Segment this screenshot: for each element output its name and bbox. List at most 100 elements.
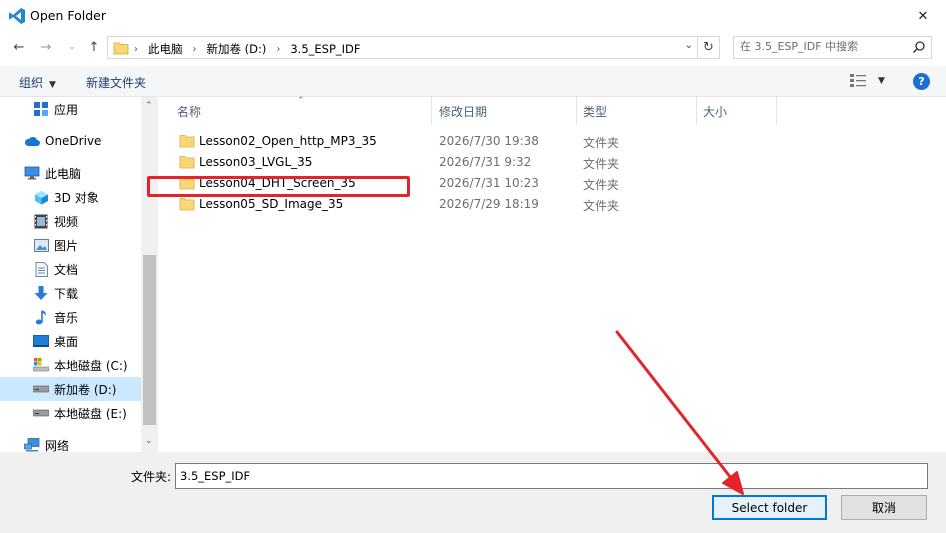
sidebar-item-documents[interactable]: 文档 [0, 257, 141, 281]
column-label: 名称 [177, 104, 202, 119]
forward-button[interactable]: → [37, 38, 55, 56]
dialog-footer: 文件夹: Select folder 取消 [0, 452, 946, 533]
refresh-button[interactable]: ↻ [698, 36, 720, 59]
table-row[interactable]: Lesson03_LVGL_35 2026/7/31 9:32 文件夹 [159, 152, 946, 173]
folder-name-input[interactable] [180, 469, 920, 483]
back-button[interactable]: ← [10, 38, 28, 56]
address-history-dropdown[interactable]: ⌄ [685, 40, 693, 51]
close-button[interactable]: ✕ [900, 0, 946, 32]
search-input[interactable] [740, 40, 905, 53]
folder-name-field[interactable] [175, 463, 928, 489]
sidebar-item-label: 3D 对象 [54, 190, 99, 205]
download-icon [33, 285, 49, 301]
details-view-icon [850, 74, 866, 87]
search-box[interactable] [733, 36, 932, 59]
file-date: 2026/7/29 18:19 [439, 197, 539, 211]
column-header-size[interactable]: 大小 [697, 97, 777, 125]
computer-icon [24, 165, 40, 181]
sidebar-item-downloads[interactable]: 下载 [0, 281, 141, 305]
help-button[interactable]: ? [913, 73, 930, 90]
network-icon [24, 437, 40, 452]
sidebar-item-drive-e[interactable]: 本地磁盘 (E:) [0, 401, 141, 425]
breadcrumb-item-folder[interactable]: 3.5_ESP_IDF [290, 42, 360, 56]
cloud-icon [24, 133, 40, 149]
sidebar-item-label: 新加卷 (D:) [54, 382, 117, 397]
table-row[interactable]: Lesson02_Open_http_MP3_35 2026/7/30 19:3… [159, 131, 946, 152]
drive-icon [33, 405, 49, 421]
sidebar-item-label: 本地磁盘 (E:) [54, 406, 127, 421]
column-header-name[interactable]: ⌃ 名称 [159, 96, 432, 125]
drive-icon [33, 381, 49, 397]
sort-ascending-icon: ⌃ [297, 96, 305, 106]
caret-down-icon: ▼ [878, 75, 885, 86]
up-button[interactable]: ↑ [85, 38, 103, 56]
sidebar-item-label: 文档 [54, 262, 79, 277]
video-icon [33, 213, 49, 229]
file-date: 2026/7/30 19:38 [439, 134, 539, 148]
document-icon [33, 261, 49, 277]
sidebar-item-desktop[interactable]: 桌面 [0, 329, 141, 353]
sidebar-item-drive-d[interactable]: 新加卷 (D:) [0, 377, 141, 401]
change-view-button[interactable]: ▼ [850, 74, 885, 87]
window-title: Open Folder [30, 8, 106, 23]
breadcrumb-item-this-pc[interactable]: 此电脑 [148, 41, 183, 57]
file-date: 2026/7/31 9:32 [439, 155, 532, 169]
table-row[interactable]: Lesson05_SD_Image_35 2026/7/29 18:19 文件夹 [159, 194, 946, 215]
column-header-date[interactable]: 修改日期 [432, 97, 577, 125]
chevron-right-icon[interactable]: › [276, 44, 280, 55]
sidebar-item-label: 音乐 [54, 310, 79, 325]
arrow-left-icon: ← [13, 39, 25, 55]
sidebar-item-onedrive[interactable]: OneDrive [0, 129, 141, 153]
scroll-up-icon[interactable]: ⌃ [145, 101, 153, 111]
caret-down-icon: ▼ [49, 80, 56, 90]
arrow-right-icon: → [40, 39, 52, 55]
breadcrumb: › 此电脑 › 新加卷 (D:) › 3.5_ESP_IDF [134, 41, 361, 57]
column-label: 修改日期 [439, 104, 488, 119]
chevron-right-icon[interactable]: › [193, 44, 197, 55]
sidebar-item-label: 桌面 [54, 334, 79, 349]
sidebar-item-videos[interactable]: 视频 [0, 209, 141, 233]
sidebar-item-label: 此电脑 [45, 166, 82, 181]
chevron-down-icon: ⌄ [68, 42, 76, 52]
folder-icon [179, 156, 195, 169]
sidebar-item-label: 图片 [54, 238, 79, 253]
scrollbar-thumb[interactable] [143, 255, 156, 425]
sidebar-item-label: OneDrive [45, 134, 102, 148]
title-bar: Open Folder ✕ [0, 0, 946, 32]
sidebar-item-this-pc[interactable]: 此电脑 [0, 161, 141, 185]
new-folder-button[interactable]: 新建文件夹 [86, 74, 146, 91]
folder-icon [179, 135, 195, 148]
select-folder-button[interactable]: Select folder [712, 495, 827, 520]
sidebar-item-label: 下载 [54, 286, 79, 301]
sidebar-item-network[interactable]: 网络 [0, 433, 141, 452]
file-name: Lesson03_LVGL_35 [199, 155, 313, 169]
file-type: 文件夹 [583, 178, 620, 192]
navigation-pane: 应用 OneDrive 此电脑 3D 对象 视频 图片 文档 下载 音乐 桌面 … [0, 97, 158, 452]
file-type: 文件夹 [583, 157, 620, 171]
file-type: 文件夹 [583, 199, 620, 213]
column-header-type[interactable]: 类型 [577, 97, 697, 125]
scroll-down-icon[interactable]: ⌄ [145, 436, 153, 446]
breadcrumb-item-drive-d[interactable]: 新加卷 (D:) [207, 41, 267, 57]
organize-button[interactable]: 组织 ▼ [19, 74, 56, 91]
recent-locations-button[interactable]: ⌄ [63, 38, 81, 56]
drive-c-icon [33, 357, 49, 373]
folder-icon [113, 42, 129, 55]
file-name: Lesson05_SD_Image_35 [199, 197, 344, 211]
close-icon: ✕ [917, 8, 929, 24]
sidebar-item-pictures[interactable]: 图片 [0, 233, 141, 257]
annotation-highlight-box [147, 176, 410, 197]
file-list-pane: ⌃ 名称 修改日期 类型 大小 Lesson02_Open_http_MP3_3… [147, 96, 946, 452]
cancel-button[interactable]: 取消 [841, 495, 927, 520]
file-name: Lesson02_Open_http_MP3_35 [199, 134, 377, 148]
sidebar-item-label: 网络 [45, 438, 70, 453]
sidebar-item-apps[interactable]: 应用 [0, 97, 141, 121]
vscode-icon [9, 8, 25, 24]
address-box[interactable]: › 此电脑 › 新加卷 (D:) › 3.5_ESP_IDF ⌄ [107, 36, 698, 59]
sidebar-scrollbar[interactable]: ⌃ ⌄ [141, 97, 158, 452]
sidebar-item-drive-c[interactable]: 本地磁盘 (C:) [0, 353, 141, 377]
command-bar: 组织 ▼ 新建文件夹 ▼ ? [0, 66, 946, 97]
sidebar-item-music[interactable]: 音乐 [0, 305, 141, 329]
sidebar-item-3d-objects[interactable]: 3D 对象 [0, 185, 141, 209]
chevron-right-icon: › [134, 43, 138, 55]
